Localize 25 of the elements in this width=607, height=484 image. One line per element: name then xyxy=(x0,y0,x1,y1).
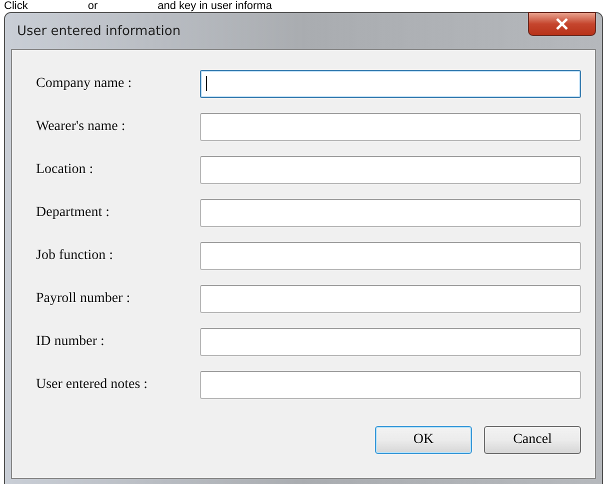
field-label: Company name : xyxy=(36,76,133,92)
instruction-text: or xyxy=(88,0,98,12)
dialog-button[interactable]: OK xyxy=(375,426,472,454)
field-label: Location : xyxy=(36,162,94,178)
text-field[interactable] xyxy=(200,284,581,312)
field-label: Department : xyxy=(36,204,110,220)
instruction-text: and key in user informa xyxy=(158,0,272,12)
field-label: Payroll number : xyxy=(36,290,132,306)
close-button[interactable] xyxy=(528,12,596,36)
text-field[interactable] xyxy=(200,156,581,184)
field-label: ID number : xyxy=(36,334,106,350)
field-label: User entered notes : xyxy=(36,376,149,392)
dialog-button[interactable]: Cancel xyxy=(484,426,581,454)
window-title: User entered information xyxy=(16,24,181,38)
text-field[interactable] xyxy=(200,70,581,98)
text-field[interactable] xyxy=(200,242,581,270)
text-field[interactable] xyxy=(200,328,581,356)
close-icon xyxy=(555,18,569,30)
text-field[interactable] xyxy=(200,198,581,226)
field-label: Job function : xyxy=(36,248,114,264)
instruction-text: Click xyxy=(4,0,28,12)
text-field[interactable] xyxy=(200,370,581,398)
text-field[interactable] xyxy=(200,112,581,140)
text-cursor xyxy=(206,76,207,91)
field-label: Wearer's name : xyxy=(36,118,126,134)
